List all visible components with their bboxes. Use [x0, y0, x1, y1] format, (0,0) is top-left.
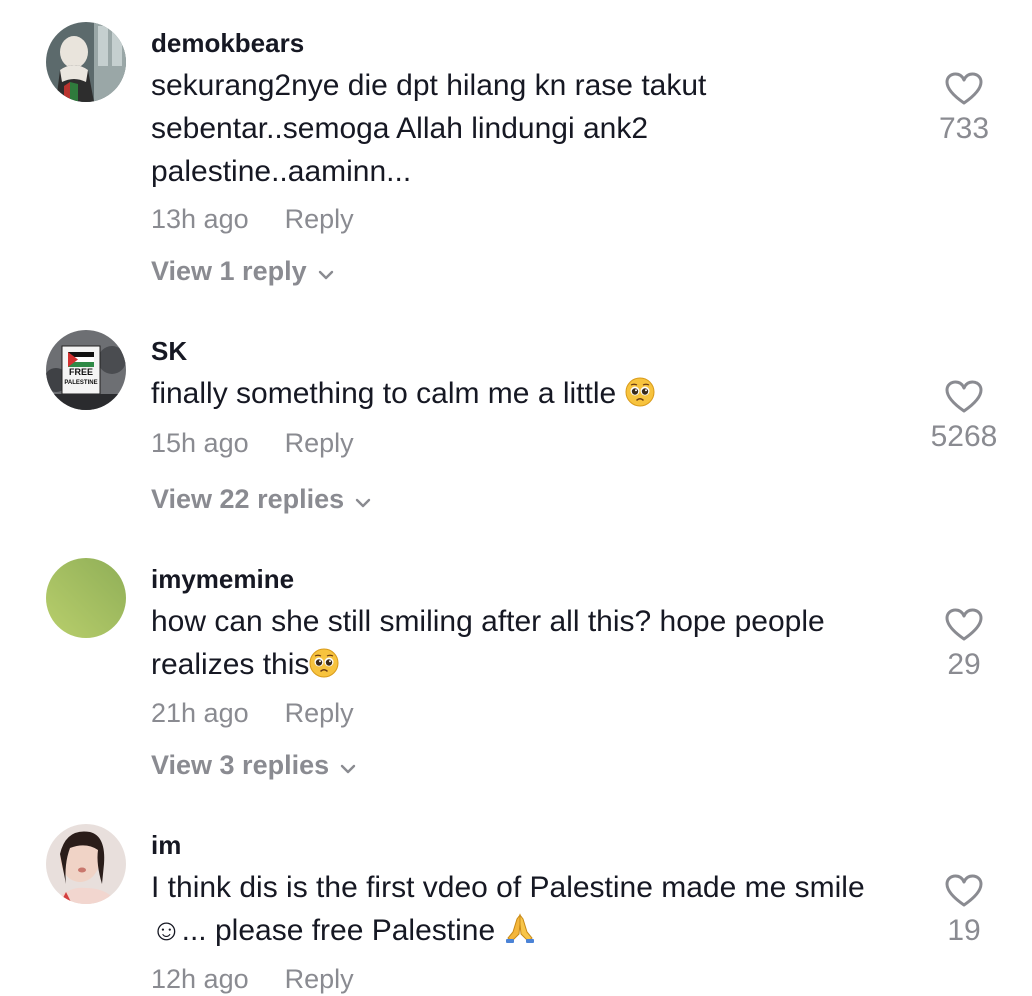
view-replies-button[interactable]: View 22 replies: [151, 484, 372, 516]
heart-icon: [945, 380, 983, 413]
comment-meta: 21h ago Reply: [151, 698, 354, 729]
like-count: 19: [947, 914, 981, 947]
timestamp: 15h ago: [151, 428, 249, 458]
timestamp: 13h ago: [151, 204, 249, 234]
chevron-down-icon: [339, 751, 357, 782]
sign-text-line1: FREE: [69, 367, 93, 377]
heart-icon: [945, 874, 983, 907]
timestamp: 21h ago: [151, 698, 249, 728]
chevron-down-icon: [354, 485, 372, 516]
folded-hands-icon: [504, 912, 536, 956]
chevron-down-icon: [317, 257, 335, 288]
user-photo: [46, 824, 126, 904]
view-replies-label: View 1 reply: [151, 256, 307, 286]
view-replies-button[interactable]: View 1 reply: [151, 256, 335, 288]
comment-meta: 12h ago Reply: [151, 964, 354, 995]
pleading-face-icon: [309, 647, 339, 690]
reply-button[interactable]: Reply: [285, 428, 354, 459]
comment-meta: 15h ago Reply: [151, 428, 354, 459]
pleading-face-icon: [625, 376, 655, 419]
avatar[interactable]: [46, 22, 126, 102]
avatar[interactable]: [46, 558, 126, 638]
comment-text: how can she still smiling after all this…: [151, 600, 911, 690]
comment-text: I think dis is the first vdeo of Palesti…: [151, 866, 911, 956]
username[interactable]: im: [151, 830, 181, 861]
like-button[interactable]: 19: [914, 874, 1014, 948]
comment-text: sekurang2nye die dpt hilang kn rase taku…: [151, 69, 707, 188]
view-replies-label: View 3 replies: [151, 750, 330, 780]
comment-meta: 13h ago Reply: [151, 204, 354, 235]
avatar[interactable]: FREE PALESTINE: [46, 330, 126, 410]
heart-icon: [945, 608, 983, 641]
comment-text-body: how can she still smiling after all this…: [151, 605, 825, 681]
like-button[interactable]: 5268: [914, 380, 1014, 454]
like-button[interactable]: 733: [914, 72, 1014, 146]
user-photo: [46, 22, 126, 102]
comment-text-body: finally something to calm me a little: [151, 377, 617, 410]
heart-icon: [945, 72, 983, 105]
avatar[interactable]: [46, 824, 126, 904]
user-avatar-plain: [46, 558, 126, 638]
reply-button[interactable]: Reply: [285, 698, 354, 729]
timestamp: 12h ago: [151, 964, 249, 994]
reply-button[interactable]: Reply: [285, 204, 354, 235]
comment-text: finally something to calm me a little: [151, 372, 911, 419]
view-replies-button[interactable]: View 3 replies: [151, 750, 357, 782]
like-count: 733: [938, 112, 990, 145]
username[interactable]: demokbears: [151, 28, 304, 59]
sign-text-line2: PALESTINE: [64, 380, 97, 386]
like-button[interactable]: 29: [914, 608, 1014, 682]
username[interactable]: imymemine: [151, 564, 294, 595]
user-photo: FREE PALESTINE: [46, 330, 126, 410]
username[interactable]: SK: [151, 336, 187, 367]
like-count: 5268: [930, 420, 998, 453]
view-replies-label: View 22 replies: [151, 484, 345, 514]
reply-button[interactable]: Reply: [285, 964, 354, 995]
like-count: 29: [947, 648, 981, 681]
